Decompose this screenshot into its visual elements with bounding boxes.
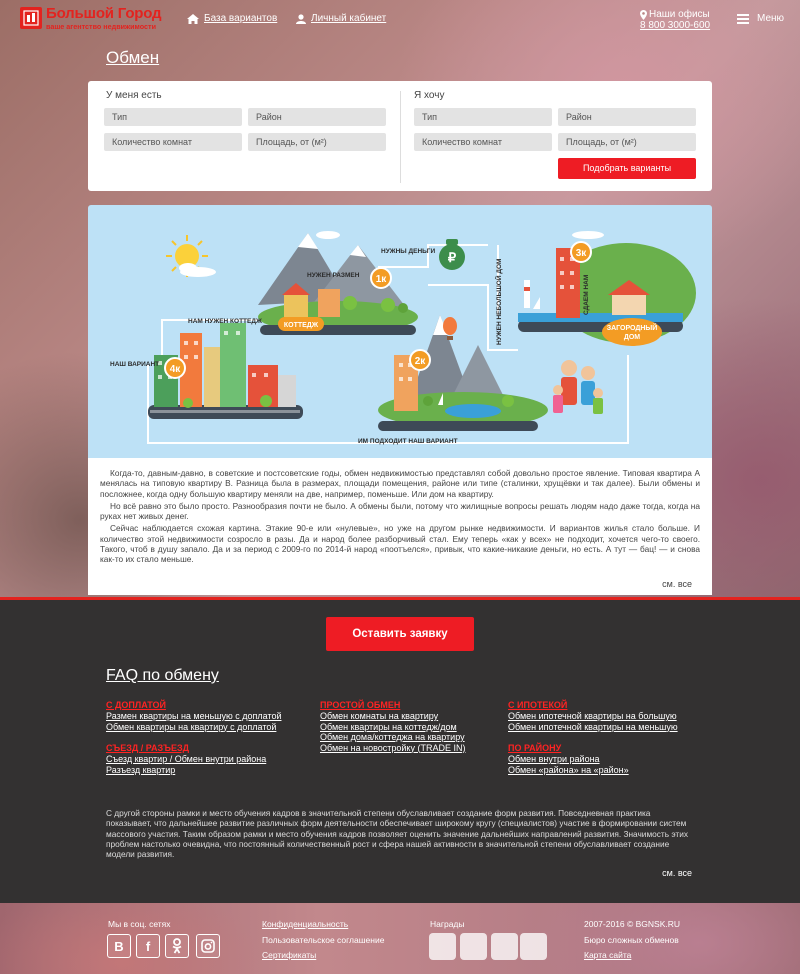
hamburger-icon	[737, 13, 749, 24]
country-house-label-1: ЗАГОРОДНЫЙ	[607, 323, 658, 332]
label-sdan-nam: СДАЕМ НАМ	[583, 275, 590, 315]
instagram-icon[interactable]	[196, 934, 220, 958]
exchange-chain-illustration: ₽ 4к 1к 2к 3к КОТТЕДЖ ЗАГОРОДНЫЙ ДОМ НАШ…	[88, 205, 712, 458]
logo[interactable]: Большой Город ваше агентство недвижимост…	[20, 6, 170, 34]
offices[interactable]: Наши офисы 8 800 3000-600	[640, 9, 710, 31]
vk-icon[interactable]: В	[107, 934, 131, 958]
faq-link[interactable]: Обмен квартиры на квартиру с доплатой	[106, 722, 282, 733]
faq-group-mortgage: С ИПОТЕКОЙ Обмен ипотечной квартиры на б…	[508, 700, 678, 732]
faq-description: С другой стороны рамки и место обучения …	[106, 808, 688, 860]
logo-name: Большой Город	[46, 5, 162, 22]
faq-title: FAQ по обмену	[106, 667, 219, 684]
header: Большой Город ваше агентство недвижимост…	[0, 0, 800, 38]
label-need-money: НУЖНЫ ДЕНЬГИ	[381, 248, 435, 255]
article-paragraph: Когда-то, давным-давно, в советские и по…	[100, 468, 700, 499]
facebook-icon[interactable]: f	[136, 934, 160, 958]
label-need-cottage: НАМ НУЖЕН КОТТЕДЖ	[188, 318, 262, 325]
nav-account-label: Личный кабинет	[311, 13, 387, 24]
faq-group-merge: СЪЕЗД / РАЗЪЕЗД Съезд квартир / Обмен вн…	[106, 743, 266, 775]
faq-link[interactable]: Обмен комнаты на квартиру	[320, 711, 465, 722]
faq-link[interactable]: Обмен на новостройку (TRADE IN)	[320, 743, 465, 754]
map-pin-icon	[640, 9, 647, 20]
want-title: Я хочу	[414, 90, 445, 101]
want-rooms-select[interactable]: Количество комнат	[414, 133, 552, 151]
faq-link[interactable]: Обмен ипотечной квартиры на меньшую	[508, 722, 678, 733]
badge-2k: 2к	[415, 356, 427, 367]
awards-title: Награды	[430, 919, 465, 929]
article: Когда-то, давным-давно, в советские и по…	[88, 458, 712, 595]
faq-link[interactable]: Разъезд квартир	[106, 765, 266, 776]
faq-link[interactable]: Обмен ипотечной квартиры на большую	[508, 711, 678, 722]
faq-group-head[interactable]: С ДОПЛАТОЙ	[106, 700, 282, 711]
user-icon	[296, 13, 306, 24]
faq-group-head[interactable]: ПО РАЙОНУ	[508, 743, 629, 754]
exchange-search-panel: У меня есть Я хочу Тип Район Количество …	[88, 81, 712, 191]
sitemap-link[interactable]: Карта сайта	[584, 950, 631, 960]
money-symbol: ₽	[448, 250, 457, 265]
award-badge[interactable]	[460, 933, 487, 960]
faq-group-simple: ПРОСТОЙ ОБМЕН Обмен комнаты на квартиру …	[320, 700, 465, 753]
badge-4k: 4к	[170, 364, 182, 375]
badge-3k: 3к	[576, 248, 588, 259]
article-paragraph: Сейчас наблюдается схожая картина. Этаки…	[100, 523, 700, 565]
user-agreement-link[interactable]: Пользовательское соглашение	[262, 935, 384, 945]
panel-divider	[400, 91, 401, 183]
award-badge[interactable]	[520, 933, 547, 960]
faq-group-head[interactable]: СЪЕЗД / РАЗЪЕЗД	[106, 743, 266, 754]
faq-see-all-link[interactable]: см. все	[662, 868, 692, 878]
bureau-link[interactable]: Бюро сложных обменов	[584, 935, 679, 945]
menu-label: Меню	[757, 13, 785, 24]
faq-link[interactable]: Обмен дома/коттеджа на квартиру	[320, 732, 465, 743]
faq-link[interactable]: Съезд квартир / Обмен внутри района	[106, 754, 266, 765]
nav-database[interactable]: База вариантов	[187, 13, 277, 24]
faq-group-head[interactable]: С ИПОТЕКОЙ	[508, 700, 678, 711]
label-our-variant: НАШ ВАРИАНТ	[110, 361, 159, 368]
badge-1k: 1к	[376, 274, 388, 285]
family-icon	[553, 360, 603, 414]
leave-request-button[interactable]: Оставить заявку	[326, 617, 474, 651]
page-title: Обмен	[106, 48, 160, 67]
have-district-select[interactable]: Район	[248, 108, 386, 126]
certificates-link[interactable]: Сертификаты	[262, 950, 316, 960]
logo-tagline: ваше агентство недвижимости	[46, 22, 156, 31]
logo-icon	[20, 7, 42, 29]
faq-section: Оставить заявку FAQ по обмену С ДОПЛАТОЙ…	[0, 597, 800, 903]
nav-account[interactable]: Личный кабинет	[296, 13, 386, 24]
faq-group-surcharge: С ДОПЛАТОЙ Размен квартиры на меньшую с …	[106, 700, 282, 732]
have-area-input[interactable]: Площадь, от (м²)	[248, 133, 386, 151]
label-need-small-house: НУЖЕН НЕБОЛЬШОЙ ДОМ	[494, 259, 503, 345]
cottage-label: КОТТЕДЖ	[284, 322, 319, 329]
phone-number[interactable]: 8 800 3000-600	[640, 20, 710, 31]
have-type-select[interactable]: Тип	[104, 108, 242, 126]
faq-link[interactable]: Обмен квартиры на коттедж/дом	[320, 722, 465, 733]
faq-link[interactable]: Размен квартиры на меньшую с доплатой	[106, 711, 282, 722]
have-title: У меня есть	[106, 90, 162, 101]
label-need-size: НУЖЕН РАЗМЕН	[307, 272, 360, 279]
faq-link[interactable]: Обмен внутри района	[508, 754, 629, 765]
have-rooms-select[interactable]: Количество комнат	[104, 133, 242, 151]
menu-button[interactable]: Меню	[737, 13, 784, 24]
offices-label: Наши офисы	[649, 9, 710, 20]
award-badge[interactable]	[429, 933, 456, 960]
social-title: Мы в соц. сетях	[108, 919, 171, 929]
want-area-input[interactable]: Площадь, от (м²)	[558, 133, 696, 151]
label-fits-us: ИМ ПОДХОДИТ НАШ ВАРИАНТ	[358, 438, 458, 445]
article-see-all-link[interactable]: см. все	[662, 579, 692, 589]
award-badge[interactable]	[491, 933, 518, 960]
faq-group-district: ПО РАЙОНУ Обмен внутри района Обмен «рай…	[508, 743, 629, 775]
want-type-select[interactable]: Тип	[414, 108, 552, 126]
pick-variants-button[interactable]: Подобрать варианты	[558, 158, 696, 179]
home-icon	[187, 13, 199, 24]
nav-database-label: База вариантов	[204, 13, 278, 24]
privacy-link[interactable]: Конфиденциальность	[262, 919, 348, 929]
footer: Мы в соц. сетях В f Конфиденциальность П…	[0, 903, 800, 974]
odnoklassniki-icon[interactable]	[165, 934, 189, 958]
faq-group-head[interactable]: ПРОСТОЙ ОБМЕН	[320, 700, 465, 711]
article-paragraph: Но всё равно это было просто. Разнообраз…	[100, 500, 700, 522]
copyright: 2007-2016 © BGNSK.RU	[584, 919, 681, 929]
country-house-label-2: ДОМ	[624, 334, 640, 341]
want-district-select[interactable]: Район	[558, 108, 696, 126]
faq-link[interactable]: Обмен «района» на «район»	[508, 765, 629, 776]
